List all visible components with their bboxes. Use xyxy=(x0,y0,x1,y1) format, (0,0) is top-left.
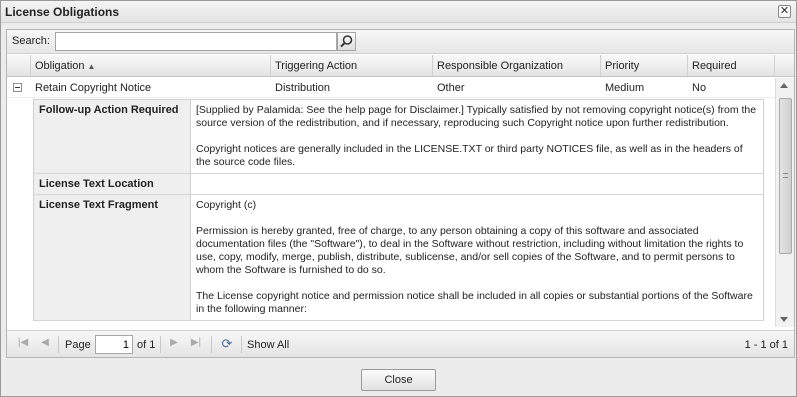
close-button[interactable]: Close xyxy=(361,369,436,391)
cell-priority: Medium xyxy=(605,82,645,94)
toolbar-separator xyxy=(211,336,212,353)
refresh-icon[interactable]: ⟳ xyxy=(219,336,235,352)
detail-paragraph: Permission is hereby granted, free of ch… xyxy=(196,225,744,276)
column-header-obligation[interactable]: Obligation ▲ xyxy=(31,55,271,77)
search-icon xyxy=(340,35,353,48)
scroll-down-icon[interactable] xyxy=(780,317,788,322)
paging-summary: 1 - 1 of 1 xyxy=(744,339,788,351)
detail-paragraph: Copyright notices are generally included… xyxy=(196,143,743,168)
detail-value: Copyright (c) Permission is hereby grant… xyxy=(191,195,763,320)
detail-value: [Supplied by Palamida: See the help page… xyxy=(191,100,763,173)
grid-header: Obligation ▲ Triggering Action Responsibl… xyxy=(7,55,794,77)
toolbar-separator xyxy=(241,336,242,353)
grip-icon xyxy=(783,173,788,178)
row-detail-panel: Follow-up Action Required [Supplied by P… xyxy=(33,99,764,321)
page-number-input[interactable] xyxy=(95,335,133,354)
detail-paragraph: [Supplied by Palamida: See the help page… xyxy=(196,104,757,129)
toolbar-separator xyxy=(160,336,161,353)
scrollbar-thumb[interactable] xyxy=(779,98,792,254)
column-header-triggering-action[interactable]: Triggering Action xyxy=(271,55,433,77)
prev-page-icon[interactable]: ◀ xyxy=(37,337,53,351)
column-header-required[interactable]: Required xyxy=(688,55,775,77)
close-icon[interactable]: ✕ xyxy=(778,5,791,18)
sort-ascending-icon: ▲ xyxy=(87,62,96,71)
first-page-icon[interactable]: |◀ xyxy=(15,337,31,351)
column-header-responsible-organization[interactable]: Responsible Organization xyxy=(433,55,601,77)
detail-row-license-text-location: License Text Location xyxy=(34,174,763,195)
license-obligations-dialog: License Obligations ✕ Search: Obligation… xyxy=(0,0,797,397)
paging-toolbar: |◀ ◀ Page of 1 ▶ ▶| ⟳ Show All 1 - 1 of … xyxy=(7,330,794,357)
toolbar-separator xyxy=(58,336,59,353)
search-label: Search: xyxy=(12,35,50,47)
scroll-up-icon[interactable] xyxy=(780,83,788,88)
page-count-label: of 1 xyxy=(137,339,156,351)
dialog-title: License Obligations xyxy=(5,5,120,19)
table-row[interactable]: Retain Copyright Notice Distribution Oth… xyxy=(7,78,775,98)
cell-required: No xyxy=(692,82,707,94)
cell-triggering-action: Distribution xyxy=(275,82,331,94)
detail-label: License Text Location xyxy=(34,174,191,194)
detail-paragraph: The License copyright notice and permiss… xyxy=(196,290,753,315)
expander-column-header xyxy=(7,55,31,77)
detail-label: Follow-up Action Required xyxy=(34,100,191,173)
column-header-label: Obligation xyxy=(35,60,85,72)
detail-row-follow-up-action: Follow-up Action Required [Supplied by P… xyxy=(34,100,763,174)
page-label: Page xyxy=(65,339,91,351)
grid-body: Retain Copyright Notice Distribution Oth… xyxy=(7,78,775,327)
show-all-button[interactable]: Show All xyxy=(247,339,289,351)
collapse-icon[interactable] xyxy=(13,83,22,92)
last-page-icon[interactable]: ▶| xyxy=(188,337,204,351)
detail-row-license-text-fragment: License Text Fragment Copyright (c) Perm… xyxy=(34,195,763,321)
search-button[interactable] xyxy=(337,32,356,51)
column-header-priority[interactable]: Priority xyxy=(601,55,688,77)
detail-label: License Text Fragment xyxy=(34,195,191,320)
search-input[interactable] xyxy=(55,32,337,51)
vertical-scrollbar[interactable] xyxy=(775,78,794,327)
detail-value xyxy=(191,174,763,194)
cell-obligation: Retain Copyright Notice xyxy=(35,82,152,94)
obligations-panel: Search: Obligation ▲ Triggering Action Re… xyxy=(6,29,795,358)
cell-responsible-organization: Other xyxy=(437,82,465,94)
next-page-icon[interactable]: ▶ xyxy=(166,337,182,351)
search-toolbar: Search: xyxy=(7,30,794,54)
detail-paragraph: Copyright (c) xyxy=(196,199,257,211)
dialog-titlebar: License Obligations ✕ xyxy=(1,1,796,23)
